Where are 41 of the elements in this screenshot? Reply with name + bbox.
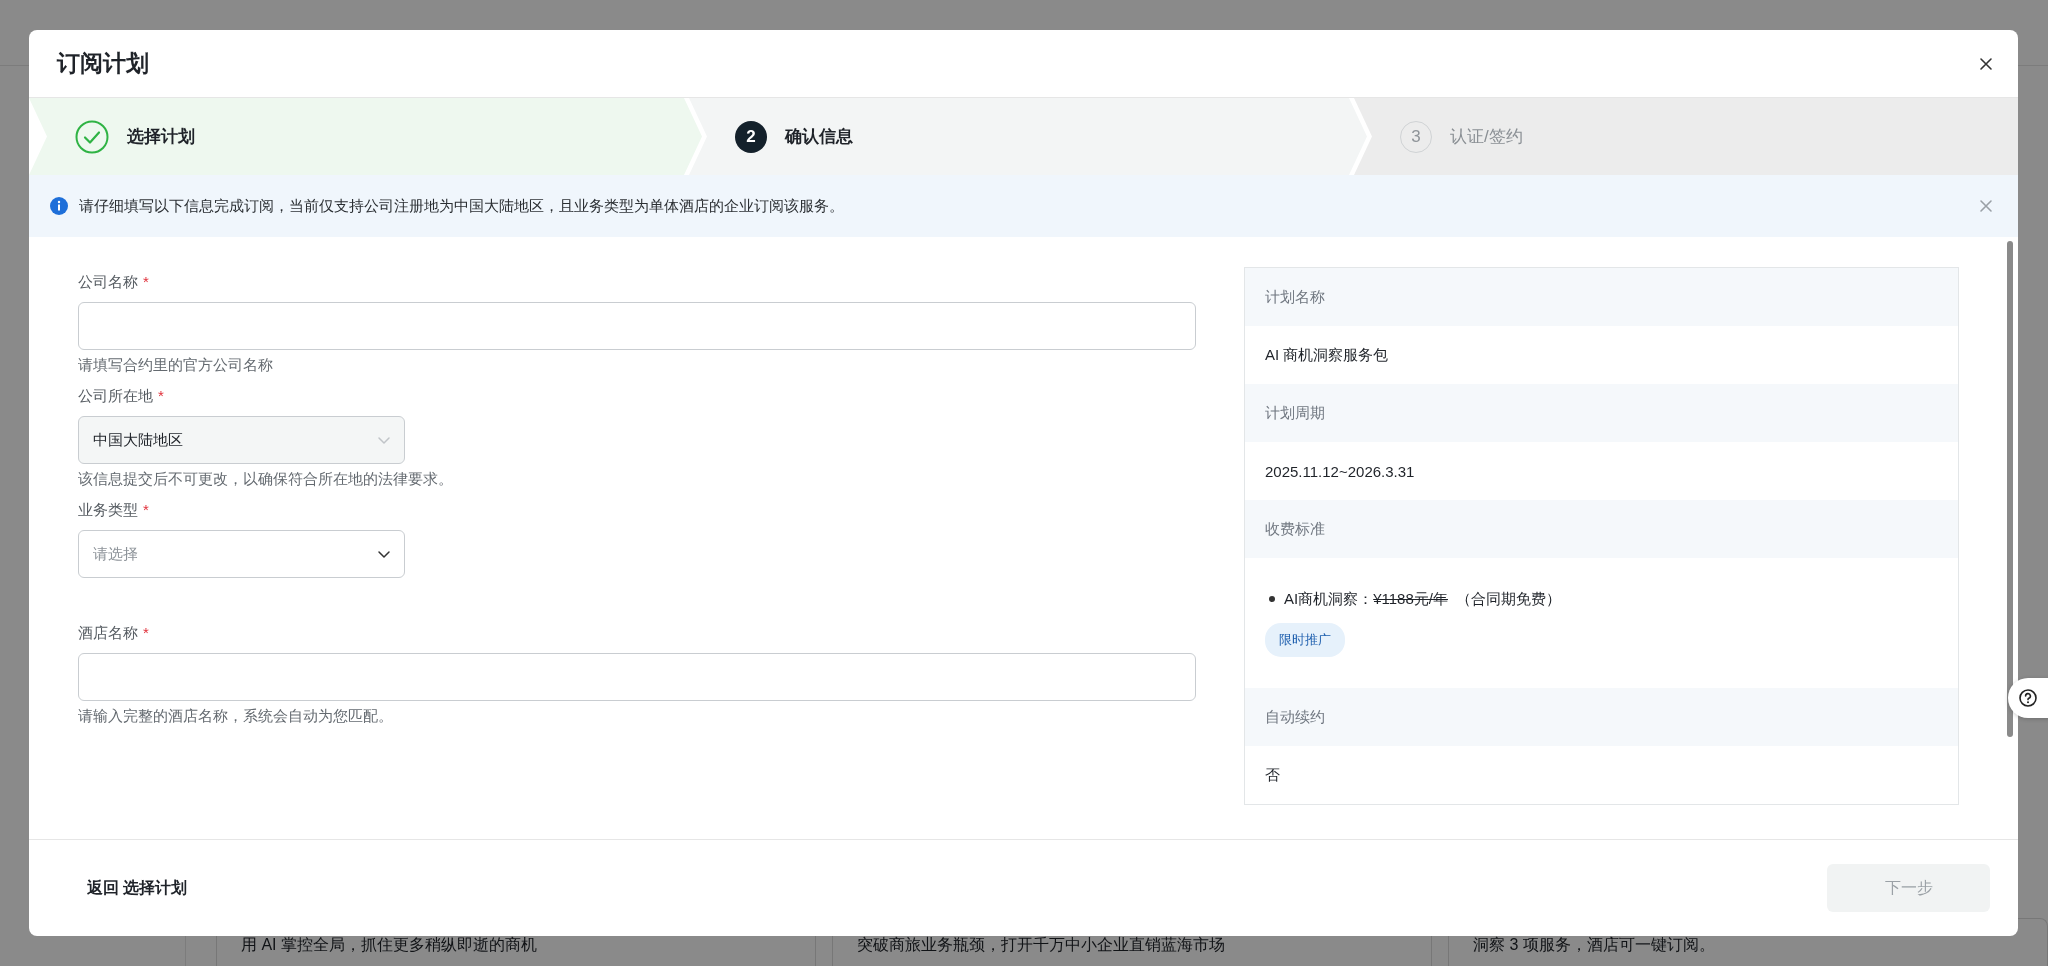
step-number: 2 (735, 120, 767, 153)
plan-value: 否 (1265, 765, 1280, 785)
plan-value: AI 商机洞察服务包 (1265, 345, 1389, 365)
step-label: 认证/签约 (1450, 126, 1523, 148)
info-icon (49, 196, 69, 216)
field-label: 公司名称 (78, 273, 138, 292)
step-label: 选择计划 (127, 126, 195, 148)
card-text: 突破商旅业务瓶颈，打开千万中小企业直销蓝海市场 (857, 936, 1225, 953)
required-mark: * (158, 387, 164, 406)
required-mark: * (143, 501, 149, 520)
help-icon (2018, 688, 2038, 708)
promo-tag: 限时推广 (1265, 622, 1345, 657)
step-label: 确认信息 (785, 126, 853, 148)
plan-field-label: 收费标准 (1265, 519, 1325, 539)
text-input[interactable] (78, 302, 1196, 350)
field-label: 酒店名称 (78, 624, 138, 643)
help-text: 请输入完整的酒店名称，系统会自动为您匹配。 (78, 707, 394, 726)
dialog-title: 订阅计划 (57, 49, 149, 78)
field-label: 公司所在地 (78, 387, 153, 406)
close-icon[interactable] (1978, 55, 1994, 72)
plan-field-label: 自动续约 (1265, 707, 1325, 727)
scrollbar[interactable] (2007, 241, 2013, 737)
card-text: 用 AI 掌控全局，抓住更多稍纵即逝的商机 (241, 936, 537, 953)
text-input[interactable] (78, 653, 1196, 701)
required-mark: * (143, 273, 149, 292)
bullet-icon (1269, 596, 1275, 602)
select-placeholder: 请选择 (93, 544, 138, 564)
plan-field-label: 计划周期 (1265, 403, 1325, 423)
dismiss-icon[interactable] (1978, 198, 1994, 214)
plan-value: 2025.11.12~2026.3.31 (1265, 462, 1415, 480)
plan-field-label: 计划名称 (1265, 287, 1325, 307)
required-mark: * (143, 624, 149, 643)
help-text: 请填写合约里的官方公司名称 (78, 356, 274, 375)
field-label: 业务类型 (78, 501, 138, 520)
select-value: 中国大陆地区 (93, 430, 183, 450)
back-link[interactable]: 返回 选择计划 (87, 877, 188, 899)
help-text: 该信息提交后不可更改，以确保符合所在地的法律要求。 (78, 470, 454, 489)
card-text: 洞察 3 项服务，酒店可一键订阅。 (1473, 936, 1715, 953)
alert-message: 请仔细填写以下信息完成订阅，当前仅支持公司注册地为中国大陆地区，且业务类型为单体酒店的企业订阅该服务。 (79, 196, 845, 216)
price-text: AI商机洞察：¥1188元/年 （合同期免费） (1284, 589, 1562, 609)
help-button[interactable] (2008, 678, 2048, 718)
